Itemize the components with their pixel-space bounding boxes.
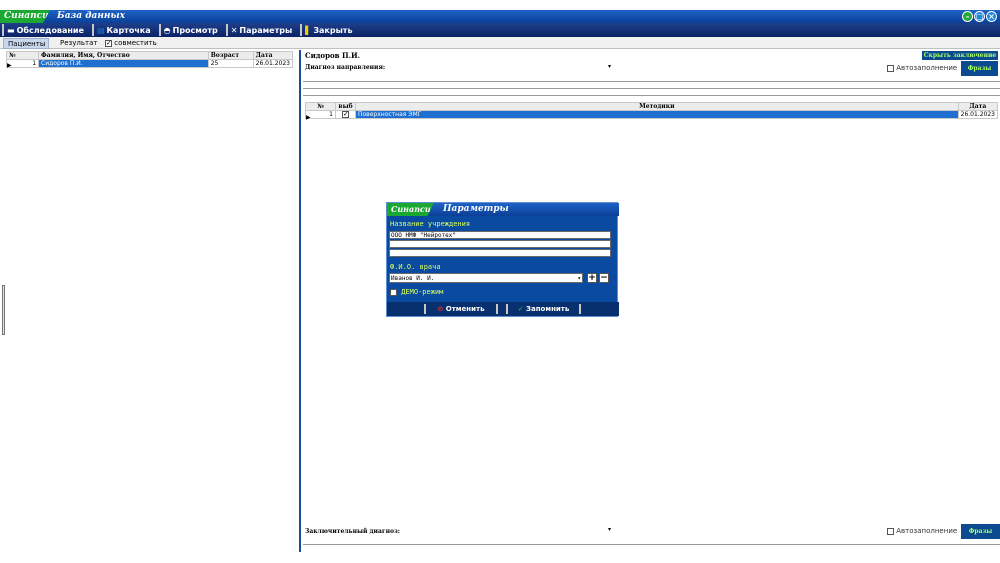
row-select-checkbox[interactable]: ✓ — [335, 110, 356, 119]
chevron-down-icon: ▾ — [577, 275, 581, 282]
col-num: № — [5, 51, 40, 60]
window-title: База данных — [57, 11, 125, 21]
row-name[interactable]: Сидоров П.И. — [38, 59, 209, 68]
referral-dropdown-arrow-icon[interactable]: ▾ — [608, 63, 611, 70]
doctor-value: Иванов И. И. — [391, 275, 435, 282]
dialog-title: Параметры — [443, 204, 509, 214]
phrases-button[interactable]: Фразы — [961, 61, 998, 76]
save-label: Запомнить — [526, 305, 570, 313]
combine-label: совместить — [114, 39, 157, 47]
divider — [303, 88, 1000, 89]
minimize-button[interactable]: – — [962, 11, 973, 22]
row-age: 25 — [207, 59, 254, 68]
add-doctor-button[interactable]: + — [587, 273, 597, 283]
institution-label: Название учреждения — [390, 220, 471, 228]
demo-box-icon — [390, 288, 397, 296]
row-date: 26.01.2023 — [957, 110, 999, 119]
demo-mode-checkbox[interactable]: ДЕМО-режим — [390, 288, 443, 296]
referral-diagnosis-label: Диагноз направления: — [305, 64, 386, 71]
toolbar-exam-button[interactable]: ▬ Обследование — [2, 24, 89, 36]
table-row[interactable]: 1 Сидоров П.И. 25 26.01.2023 — [5, 59, 294, 68]
cancel-icon: ⊘ — [437, 305, 444, 313]
tab-result[interactable]: Результат — [56, 38, 100, 49]
dialog-footer: ⊘ Отменить ✓ Запомнить — [387, 302, 619, 316]
col-age: Возраст — [207, 51, 254, 60]
card-icon: ▤ — [96, 25, 105, 35]
doctor-label: Ф.И.О. врача — [390, 263, 441, 271]
patients-pane: № Фамилия, Имя, Отчество Возраст Дата 1 … — [0, 50, 301, 552]
col-method: Методики — [355, 102, 959, 111]
row-pointer-icon: ▶ — [306, 114, 311, 121]
check-icon: ✓ — [342, 110, 349, 118]
dialog-logo: Синапсис — [387, 203, 434, 216]
final-dropdown-arrow-icon[interactable]: ▾ — [608, 526, 611, 533]
toolbar-view-button[interactable]: ◓ Просмотр — [158, 24, 223, 36]
combine-checkbox[interactable]: ✓ совместить — [101, 38, 161, 49]
autofill2-box-icon — [887, 527, 894, 535]
left-scrollbar[interactable] — [2, 285, 5, 335]
toolbar-settings-button[interactable]: ✕ Параметры — [225, 24, 297, 36]
demo-mode-label: ДЕМО-режим — [401, 288, 444, 296]
patient-name: Сидоров П.И. — [305, 51, 361, 60]
toolbar-settings-label: Параметры — [239, 25, 293, 35]
autofill-checkbox[interactable]: Автозаполнение — [887, 64, 957, 72]
institution-field[interactable]: ООО НМФ "Нейротех" — [389, 231, 611, 239]
toolbar-close-button[interactable]: ▌ Закрыть — [300, 24, 357, 36]
title-bar: Синапсис База данных – □ × — [0, 10, 1000, 23]
row-date: 26.01.2023 — [252, 59, 294, 68]
save-button[interactable]: ✓ Запомнить — [506, 304, 581, 314]
toolbar-card-label: Карточка — [106, 25, 151, 35]
cancel-label: Отменить — [445, 305, 485, 313]
tab-patients[interactable]: Пациенты — [3, 38, 49, 49]
autofill-box-icon — [887, 64, 894, 72]
app-logo: Синапсис — [0, 10, 50, 23]
remove-doctor-button[interactable]: − — [599, 273, 609, 283]
divider — [303, 544, 1000, 545]
divider — [303, 95, 1000, 96]
exam-icon: ▬ — [7, 25, 15, 35]
institution-line3-field[interactable] — [389, 249, 611, 257]
toolbar-view-label: Просмотр — [172, 25, 218, 35]
col-date: Дата — [957, 102, 999, 111]
patients-table: № Фамилия, Имя, Отчество Возраст Дата 1 … — [5, 51, 294, 68]
col-name: Фамилия, Имя, Отчество — [38, 51, 209, 60]
parameters-dialog: Синапсис Параметры Название учреждения О… — [386, 202, 619, 317]
maximize-button[interactable]: □ — [974, 11, 985, 22]
autofill2-label: Автозаполнение — [896, 527, 958, 535]
close-button[interactable]: × — [986, 11, 997, 22]
methods-table: № выб Методики Дата 1 ✓ Поверхностная ЭМ… — [305, 102, 999, 119]
cancel-button[interactable]: ⊘ Отменить — [424, 304, 498, 314]
autofill2-checkbox[interactable]: Автозаполнение — [887, 527, 957, 535]
combine-check-icon: ✓ — [105, 38, 112, 47]
toolbar-card-button[interactable]: ▤ Карточка — [91, 24, 156, 36]
doctor-select[interactable]: Иванов И. И. ▾ — [389, 273, 583, 283]
hide-conclusion-button[interactable]: Скрыть заключение — [922, 51, 998, 60]
toolbar: ▬ Обследование ▤ Карточка ◓ Просмотр ✕ Парам… — [0, 23, 1000, 37]
dialog-title-bar: Синапсис Параметры — [387, 203, 619, 216]
view-icon: ◓ — [163, 25, 171, 35]
tabs-bar: Пациенты Результат ✓ совместить — [0, 37, 1000, 49]
row-pointer-icon: ▶ — [7, 62, 12, 69]
toolbar-close-label: Закрыть — [313, 25, 353, 35]
save-check-icon: ✓ — [517, 305, 524, 313]
settings-icon: ✕ — [230, 25, 238, 35]
phrases2-button[interactable]: Фразы — [961, 524, 1000, 539]
table-row[interactable]: 1 ✓ Поверхностная ЭМГ 26.01.2023 — [305, 110, 999, 119]
close-door-icon: ▌ — [305, 25, 312, 35]
institution-line2-field[interactable] — [389, 240, 611, 248]
col-num: № — [305, 102, 336, 111]
autofill-label: Автозаполнение — [896, 64, 958, 72]
col-date: Дата — [252, 51, 294, 60]
divider — [303, 81, 1000, 82]
final-diagnosis-label: Заключительный диагноз: — [305, 528, 401, 535]
row-method[interactable]: Поверхностная ЭМГ — [355, 110, 959, 119]
toolbar-exam-label: Обследование — [16, 25, 84, 35]
